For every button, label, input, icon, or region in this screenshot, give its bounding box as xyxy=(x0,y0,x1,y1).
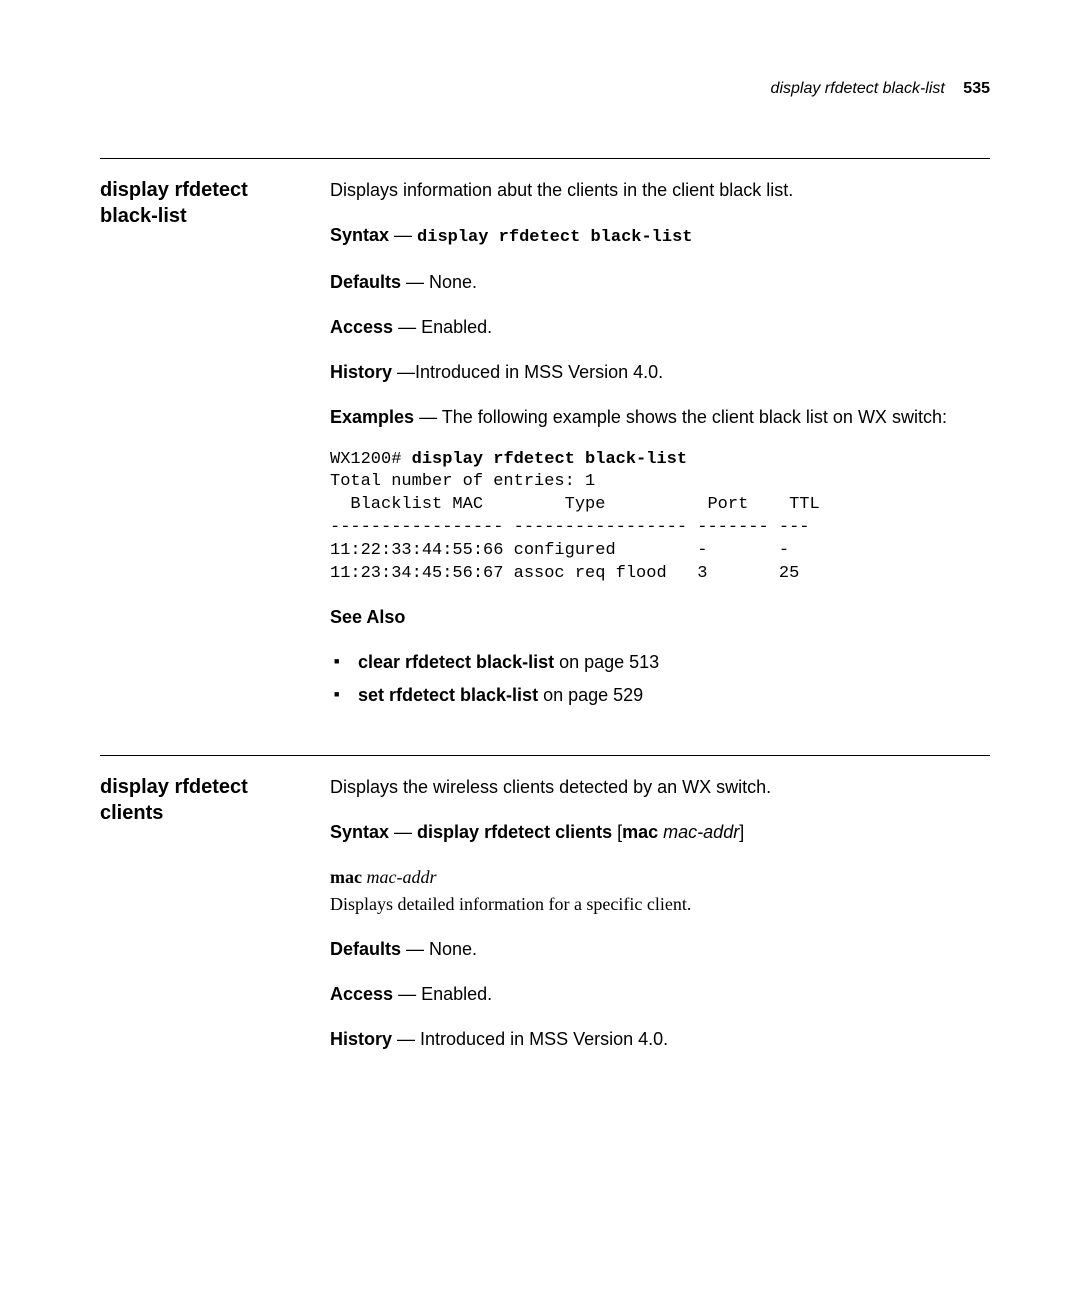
syntax-row: Syntax — display rfdetect black-list xyxy=(330,222,990,251)
access-label: Access xyxy=(330,317,393,337)
param-row: mac mac-addr Displays detailed informati… xyxy=(330,864,990,918)
cli-block: WX1200# display rfdetect black-list Tota… xyxy=(330,449,990,587)
intro-text: Displays the wireless clients detected b… xyxy=(330,774,990,801)
cli-output: Total number of entries: 1 Blacklist MAC… xyxy=(330,472,820,583)
access-text: — Enabled. xyxy=(393,317,492,337)
syntax-label: Syntax xyxy=(330,225,389,245)
intro-text: Displays information abut the clients in… xyxy=(330,177,990,204)
examples-row: Examples — The following example shows t… xyxy=(330,404,990,431)
syntax-cmd: display rfdetect clients xyxy=(417,822,612,842)
access-label: Access xyxy=(330,984,393,1004)
syntax-mac: mac xyxy=(622,822,658,842)
see-also-list: clear rfdetect black-list on page 513 se… xyxy=(330,649,990,709)
header-title: display rfdetect black-list xyxy=(771,80,945,97)
param-desc: Displays detailed information for a spec… xyxy=(330,891,990,918)
cli-prompt: WX1200# xyxy=(330,450,412,469)
param-bold: mac xyxy=(330,867,362,887)
section-body: Displays information abut the clients in… xyxy=(330,177,990,715)
syntax-bracket-open: [ xyxy=(612,822,622,842)
history-label: History xyxy=(330,362,392,382)
examples-label: Examples xyxy=(330,407,414,427)
list-item: clear rfdetect black-list on page 513 xyxy=(334,649,990,676)
see-also-suffix: on page 529 xyxy=(538,685,643,705)
section-display-rfdetect-black-list: display rfdetect black-list Displays inf… xyxy=(100,158,990,715)
history-label: History xyxy=(330,1029,392,1049)
syntax-bracket-close: ] xyxy=(739,822,744,842)
history-row: History —Introduced in MSS Version 4.0. xyxy=(330,359,990,386)
access-row: Access — Enabled. xyxy=(330,981,990,1008)
header-pagenum: 535 xyxy=(963,80,990,97)
defaults-row: Defaults — None. xyxy=(330,936,990,963)
param-ital: mac-addr xyxy=(362,867,437,887)
defaults-label: Defaults xyxy=(330,939,401,959)
access-row: Access — Enabled. xyxy=(330,314,990,341)
see-also-heading: See Also xyxy=(330,604,990,631)
section-heading: display rfdetect black-list xyxy=(100,177,310,715)
history-text: — Introduced in MSS Version 4.0. xyxy=(392,1029,668,1049)
list-item: set rfdetect black-list on page 529 xyxy=(334,682,990,709)
defaults-row: Defaults — None. xyxy=(330,269,990,296)
syntax-dash: — xyxy=(389,225,417,245)
section-body: Displays the wireless clients detected b… xyxy=(330,774,990,1071)
defaults-text: — None. xyxy=(401,939,477,959)
see-also-cmd: clear rfdetect black-list xyxy=(358,652,554,672)
see-also-cmd: set rfdetect black-list xyxy=(358,685,538,705)
defaults-text: — None. xyxy=(401,272,477,292)
page-header: display rfdetect black-list 535 xyxy=(100,80,990,98)
cli-cmd: display rfdetect black-list xyxy=(412,450,687,469)
see-also-label: See Also xyxy=(330,607,405,627)
syntax-cmd: display rfdetect black-list xyxy=(417,228,692,247)
defaults-label: Defaults xyxy=(330,272,401,292)
see-also-suffix: on page 513 xyxy=(554,652,659,672)
param-line: mac mac-addr xyxy=(330,864,990,891)
history-row: History — Introduced in MSS Version 4.0. xyxy=(330,1026,990,1053)
access-text: — Enabled. xyxy=(393,984,492,1004)
section-heading: display rfdetect clients xyxy=(100,774,310,1071)
examples-text: — The following example shows the client… xyxy=(414,407,947,427)
syntax-row: Syntax — display rfdetect clients [mac m… xyxy=(330,819,990,846)
syntax-dash: — xyxy=(389,822,417,842)
section-display-rfdetect-clients: display rfdetect clients Displays the wi… xyxy=(100,755,990,1071)
syntax-macaddr: mac-addr xyxy=(658,822,739,842)
history-text: —Introduced in MSS Version 4.0. xyxy=(392,362,663,382)
syntax-label: Syntax xyxy=(330,822,389,842)
